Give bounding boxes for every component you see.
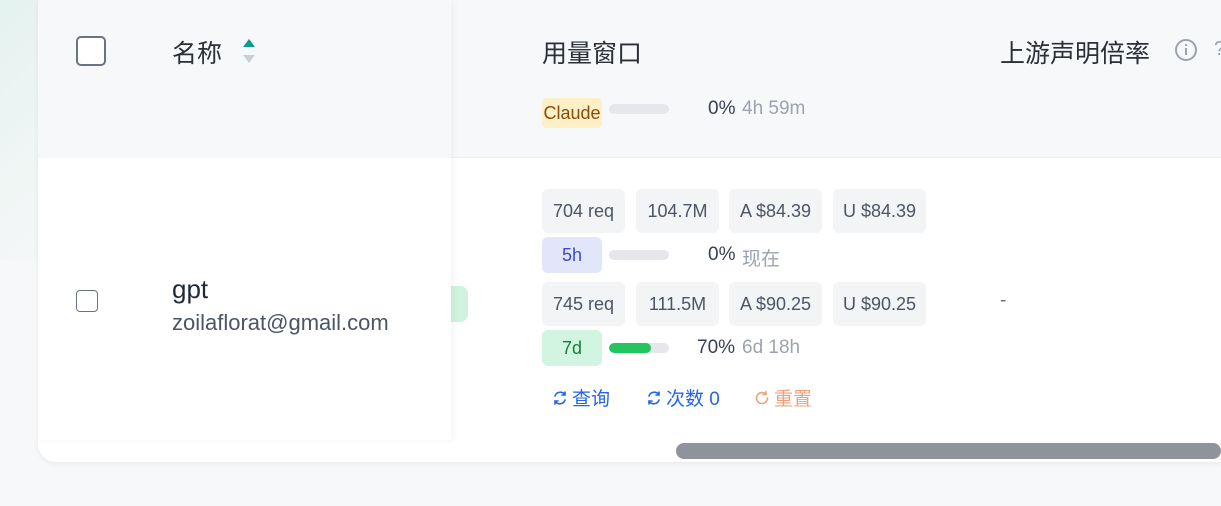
7d-progress-fill	[609, 343, 651, 353]
5h-percent: 0%	[708, 244, 736, 265]
7d-window-badge: 7d	[542, 330, 602, 366]
5h-reset-time: 现在	[742, 249, 781, 270]
claude-progress-bar	[609, 104, 669, 114]
7d-requests-chip: 745 req	[542, 282, 625, 326]
reset-label: 重置	[774, 389, 813, 410]
info-icon[interactable]	[1174, 38, 1198, 62]
sort-icon[interactable]	[242, 37, 256, 65]
refresh-icon	[554, 390, 566, 405]
sticky-header-cell	[38, 0, 451, 158]
account-name: gpt	[172, 274, 209, 304]
hidden-status-badge-edge	[450, 286, 468, 322]
accounts-table: 用量窗口 上游声明倍率 ? Claude 0% 4h 59m 704 req 1…	[38, 0, 1221, 462]
7d-tokens-chip: 111.5M	[636, 282, 719, 326]
clipped-header-glyph: ?	[1214, 38, 1221, 61]
upstream-rate-value: -	[1000, 290, 1007, 311]
account-email: zoilaflorat@gmail.com	[172, 310, 389, 335]
7d-progress-bar	[609, 343, 669, 353]
reset-action[interactable]: 重置	[754, 384, 812, 411]
7d-reset-time: 6d 18h	[742, 337, 801, 358]
claude-reset-time: 4h 59m	[742, 98, 806, 119]
query-action[interactable]: 查询	[552, 384, 610, 411]
5h-progress-bar	[609, 250, 669, 260]
claude-percent: 0%	[708, 98, 736, 119]
select-all-checkbox[interactable]	[76, 36, 106, 66]
upstream-rate-column-header: 上游声明倍率	[1000, 40, 1151, 68]
count-action[interactable]: 次数 0	[646, 384, 720, 411]
7d-a-cost-chip: A $90.25	[729, 282, 822, 326]
5h-a-cost-chip: A $84.39	[729, 189, 822, 233]
refresh-icon	[648, 390, 660, 405]
reset-icon	[755, 390, 769, 404]
7d-u-cost-chip: U $90.25	[833, 282, 926, 326]
name-column-header[interactable]: 名称	[172, 34, 222, 70]
query-label: 查询	[572, 389, 611, 410]
5h-tokens-chip: 104.7M	[636, 189, 719, 233]
5h-u-cost-chip: U $84.39	[833, 189, 926, 233]
7d-percent: 70%	[697, 337, 736, 358]
sticky-body-cell	[38, 158, 451, 440]
5h-requests-chip: 704 req	[542, 189, 625, 233]
horizontal-scrollbar-thumb[interactable]	[676, 443, 1221, 459]
row-checkbox[interactable]	[76, 290, 98, 312]
count-label: 次数 0	[666, 389, 720, 410]
sticky-name-column: 名称 gpt zoilaflorat@gmail.com	[38, 0, 451, 440]
5h-window-badge: 5h	[542, 237, 602, 273]
claude-window-badge: Claude	[542, 98, 602, 128]
usage-window-column-header: 用量窗口	[542, 40, 643, 68]
